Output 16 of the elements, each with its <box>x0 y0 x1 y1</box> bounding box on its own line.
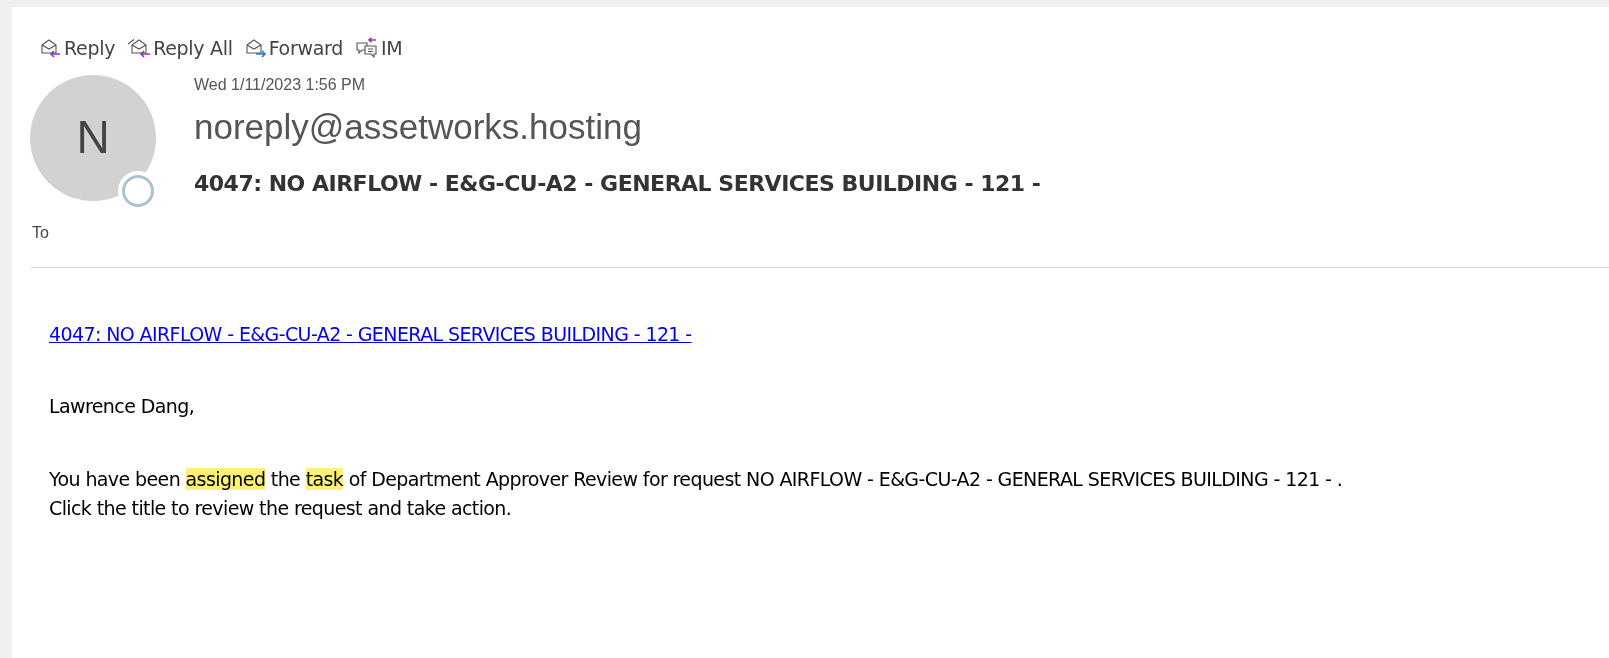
forward-icon <box>244 38 267 59</box>
avatar: N <box>30 74 156 201</box>
reply-icon <box>40 38 62 59</box>
toolbar-button[interactable]: IM <box>352 32 405 65</box>
message-date: Wed 1/11/2023 1:56 PM <box>194 74 367 95</box>
message-text: You have been assigned the task of Department Approver Review for request NO AIRFLOW - E&G-CU-A2 - GENERAL SERVICES BUILDING - 121 - . Click the title to review the request and take action. <box>49 466 1343 521</box>
message-subject: 4047: NO AIRFLOW - E&G-CU-A2 - GENERAL SERVICES BUILDING - 121 - <box>194 169 1041 198</box>
toolbar-button[interactable]: Reply All <box>125 32 235 65</box>
sender-address: noreply@assetworks.hosting <box>194 105 643 148</box>
toolbar-button[interactable]: Reply <box>38 32 118 65</box>
greeting-text: Lawrence Dang, <box>49 394 195 419</box>
chat-icon <box>354 37 379 60</box>
toolbar-button[interactable]: Forward <box>242 32 345 65</box>
request-link[interactable]: 4047: NO AIRFLOW - E&G-CU-A2 - GENERAL SERVICES BUILDING - 121 - <box>49 319 692 348</box>
to-label: To <box>31 222 49 243</box>
reply-all-icon <box>127 38 152 59</box>
